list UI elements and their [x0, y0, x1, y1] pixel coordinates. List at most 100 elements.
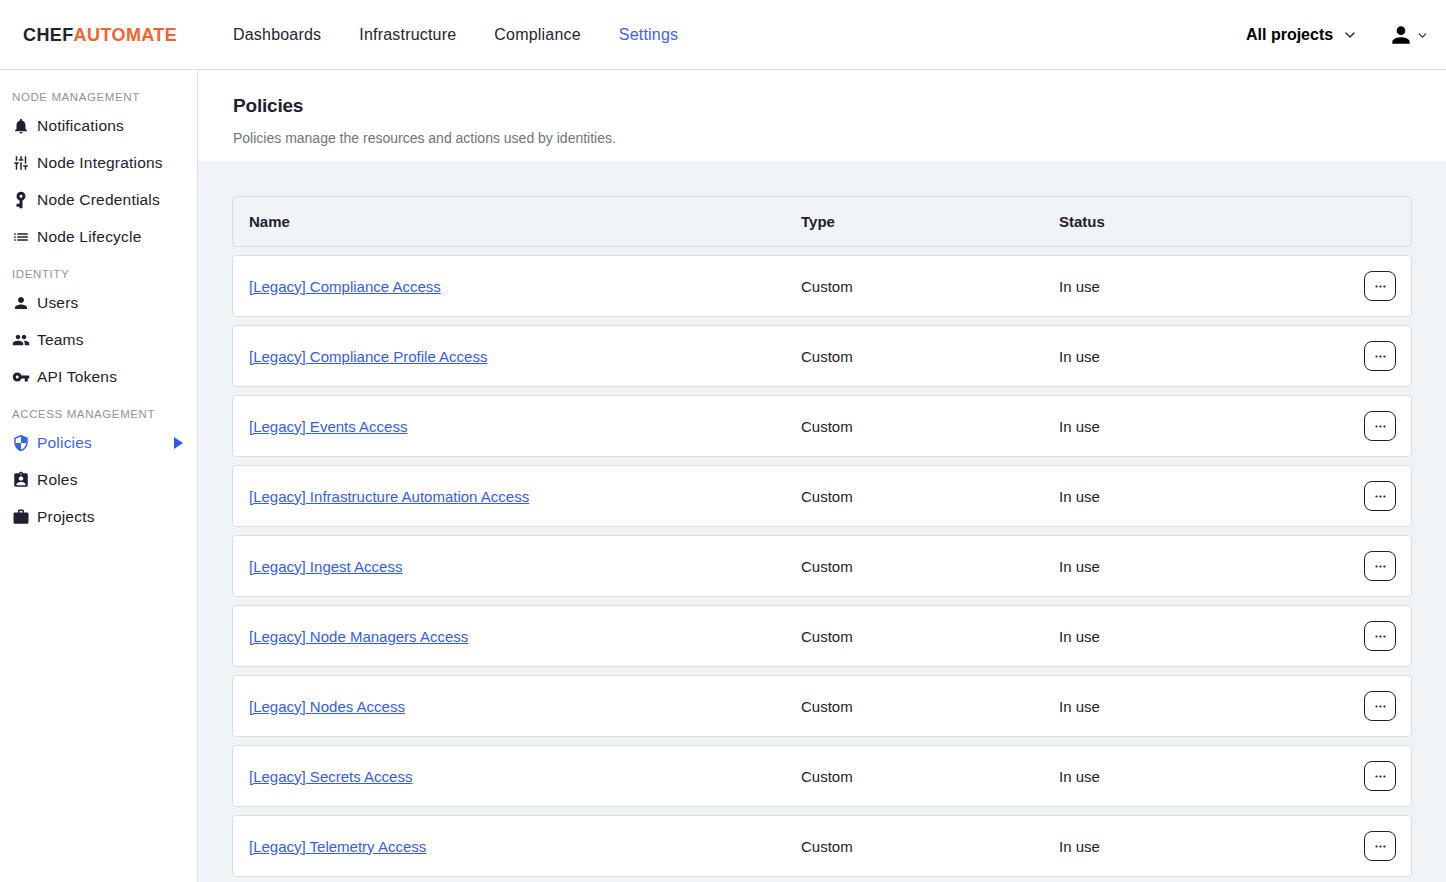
column-header-status: Status	[1059, 213, 1364, 230]
sidebar-item-label: Notifications	[37, 117, 124, 135]
sidebar-section-access-management: ACCESS MANAGEMENTPolicies Roles Projects	[0, 404, 197, 535]
policy-link[interactable]: [Legacy] Compliance Access	[249, 278, 441, 295]
policy-link[interactable]: [Legacy] Compliance Profile Access	[249, 348, 487, 365]
ellipsis-icon	[1371, 837, 1390, 856]
table-row: [Legacy] Infrastructure Automation Acces…	[232, 465, 1412, 527]
row-menu-button[interactable]	[1364, 271, 1396, 301]
key-icon	[12, 368, 30, 386]
table-row: [Legacy] Events Access CustomIn use	[232, 395, 1412, 457]
policies-table: Name Type Status [Legacy] Compliance Acc…	[232, 196, 1412, 877]
projects-dropdown[interactable]: All projects	[1246, 0, 1358, 70]
ellipsis-icon	[1371, 347, 1390, 366]
page-header: Policies Policies manage the resources a…	[198, 70, 1446, 161]
sidebar-item-projects[interactable]: Projects	[0, 498, 197, 535]
column-header-name: Name	[249, 213, 801, 230]
badge-icon	[12, 471, 30, 489]
sidebar-item-label: Node Integrations	[37, 154, 163, 172]
table-row: [Legacy] Compliance AccessCustomIn use	[232, 255, 1412, 317]
policy-link[interactable]: [Legacy] Ingest Access	[249, 558, 402, 575]
briefcase-icon	[12, 508, 30, 526]
policy-link[interactable]: [Legacy] Infrastructure Automation Acces…	[249, 488, 529, 505]
chevron-down-icon	[1416, 29, 1429, 42]
sidebar-item-node-integrations[interactable]: Node Integrations	[0, 144, 197, 181]
policy-type: Custom	[801, 278, 1059, 295]
policy-status: In use	[1059, 558, 1364, 575]
policy-status: In use	[1059, 488, 1364, 505]
ellipsis-icon	[1371, 487, 1390, 506]
ellipsis-icon	[1371, 697, 1390, 716]
table-row: [Legacy] Telemetry AccessCustomIn use	[232, 815, 1412, 877]
logo-automate: AUTOMATE	[74, 25, 178, 46]
policy-type: Custom	[801, 488, 1059, 505]
policy-status: In use	[1059, 698, 1364, 715]
sidebar-item-notifications[interactable]: Notifications	[0, 107, 197, 144]
row-menu-button[interactable]	[1364, 341, 1396, 371]
sidebar-item-api-tokens[interactable]: API Tokens	[0, 358, 197, 395]
nav-infrastructure[interactable]: Infrastructure	[359, 26, 456, 44]
logo-chef: CHEF	[23, 25, 74, 46]
row-menu-button[interactable]	[1364, 691, 1396, 721]
sidebar-item-label: Users	[37, 294, 78, 312]
top-bar: CHEFAUTOMATE Dashboards Infrastructure Com…	[0, 0, 1446, 70]
policy-type: Custom	[801, 418, 1059, 435]
content-area: Name Type Status [Legacy] Compliance Acc…	[198, 161, 1446, 882]
sidebar-item-label: Roles	[37, 471, 78, 489]
table-row: [Legacy] Ingest Access CustomIn use	[232, 535, 1412, 597]
sidebar-item-roles[interactable]: Roles	[0, 461, 197, 498]
group-icon	[12, 331, 30, 349]
person-icon	[12, 294, 30, 312]
expand-arrow-icon	[174, 437, 183, 449]
nav-settings[interactable]: Settings	[619, 26, 678, 44]
row-menu-button[interactable]	[1364, 761, 1396, 791]
ellipsis-icon	[1371, 417, 1390, 436]
sidebar: NODE MANAGEMENT Notifications Node Integra…	[0, 70, 198, 882]
policy-type: Custom	[801, 348, 1059, 365]
nav-compliance[interactable]: Compliance	[494, 26, 580, 44]
policy-type: Custom	[801, 768, 1059, 785]
chevron-down-icon	[1342, 27, 1358, 43]
policy-type: Custom	[801, 838, 1059, 855]
table-row: [Legacy] Secrets Access CustomIn use	[232, 745, 1412, 807]
row-menu-button[interactable]	[1364, 621, 1396, 651]
ellipsis-icon	[1371, 277, 1390, 296]
policy-link[interactable]: [Legacy] Node Managers Access	[249, 628, 468, 645]
user-menu[interactable]	[1388, 0, 1429, 70]
policy-status: In use	[1059, 768, 1364, 785]
user-avatar-icon	[1388, 22, 1414, 48]
policy-link[interactable]: [Legacy] Nodes Access	[249, 698, 405, 715]
ellipsis-icon	[1371, 557, 1390, 576]
sidebar-item-policies[interactable]: Policies	[0, 424, 197, 461]
key-vertical-icon	[12, 191, 30, 209]
sidebar-section-identity: IDENTITY Users Teams API Tokens	[0, 264, 197, 395]
sidebar-item-users[interactable]: Users	[0, 284, 197, 321]
sidebar-section-title: ACCESS MANAGEMENT	[0, 404, 197, 424]
policy-link[interactable]: [Legacy] Telemetry Access	[249, 838, 426, 855]
sidebar-section-title: IDENTITY	[0, 264, 197, 284]
policy-type: Custom	[801, 558, 1059, 575]
nav-dashboards[interactable]: Dashboards	[233, 26, 321, 44]
sidebar-item-label: Teams	[37, 331, 84, 349]
policy-status: In use	[1059, 628, 1364, 645]
chef-automate-logo[interactable]: CHEFAUTOMATE	[23, 0, 177, 70]
row-menu-button[interactable]	[1364, 481, 1396, 511]
page-subtitle: Policies manage the resources and action…	[233, 130, 1446, 147]
policy-type: Custom	[801, 628, 1059, 645]
row-menu-button[interactable]	[1364, 411, 1396, 441]
sidebar-item-label: Node Lifecycle	[37, 228, 141, 246]
sidebar-item-node-lifecycle[interactable]: Node Lifecycle	[0, 218, 197, 255]
row-menu-button[interactable]	[1364, 551, 1396, 581]
sliders-icon	[12, 154, 30, 172]
row-menu-button[interactable]	[1364, 831, 1396, 861]
sidebar-item-node-credentials[interactable]: Node Credentials	[0, 181, 197, 218]
policy-status: In use	[1059, 348, 1364, 365]
policy-link[interactable]: [Legacy] Secrets Access	[249, 768, 412, 785]
policy-type: Custom	[801, 698, 1059, 715]
sidebar-section-title: NODE MANAGEMENT	[0, 87, 197, 107]
ellipsis-icon	[1371, 627, 1390, 646]
list-icon	[12, 228, 30, 246]
sidebar-section-node-management: NODE MANAGEMENT Notifications Node Integra…	[0, 87, 197, 255]
sidebar-item-teams[interactable]: Teams	[0, 321, 197, 358]
column-header-type: Type	[801, 213, 1059, 230]
policy-status: In use	[1059, 418, 1364, 435]
policy-link[interactable]: [Legacy] Events Access	[249, 418, 407, 435]
